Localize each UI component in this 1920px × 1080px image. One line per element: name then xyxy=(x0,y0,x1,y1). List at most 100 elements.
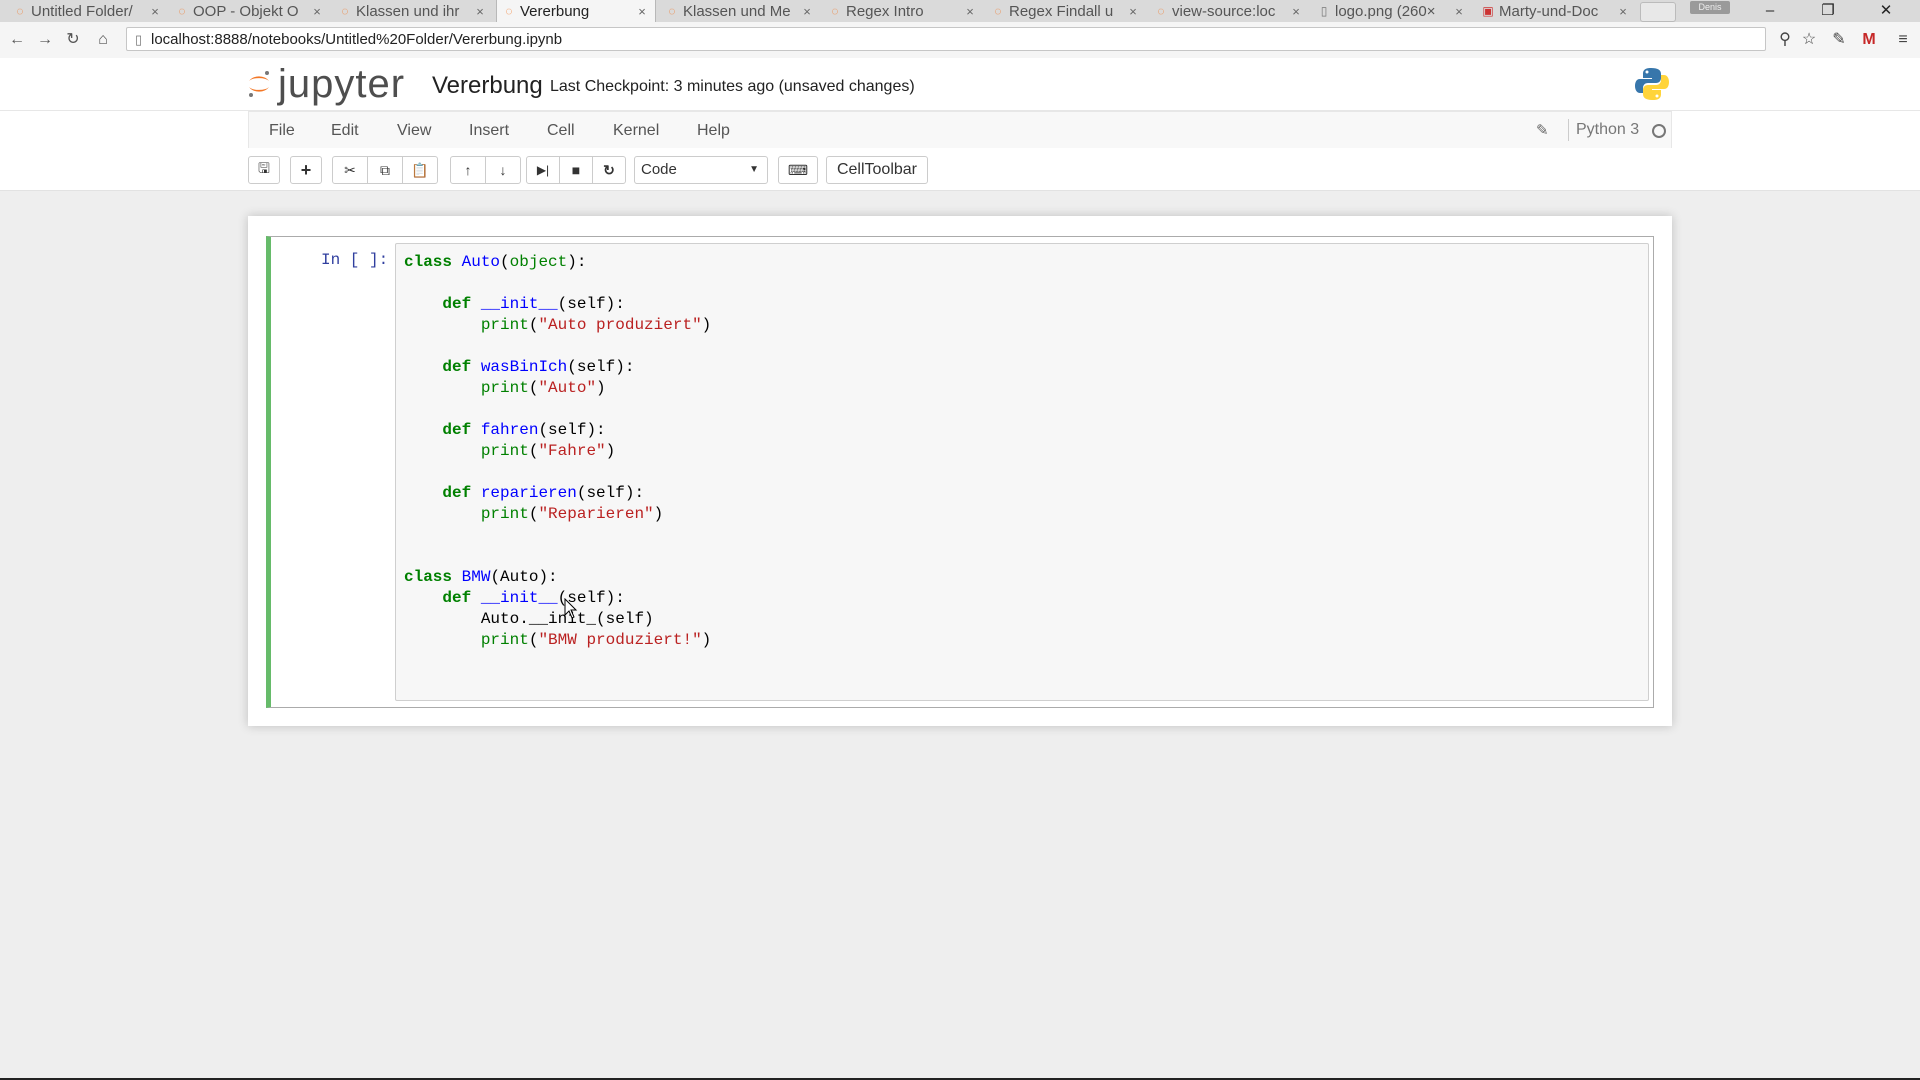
copy-icon: ⧉ xyxy=(380,161,390,178)
menubar: File Edit View Insert Cell Kernel Help ✎… xyxy=(0,110,1920,149)
jupyter-wordmark: jupyter xyxy=(278,62,406,106)
reload-icon[interactable]: ↻ xyxy=(62,29,84,51)
browser-tab[interactable]: ◌ view-source:loc × xyxy=(1149,0,1309,22)
tab-label: view-source:loc xyxy=(1172,2,1276,20)
cut-button[interactable]: ✂ xyxy=(332,156,368,184)
code-editor[interactable]: class Auto(object): def __init__(self): … xyxy=(395,243,1649,701)
new-tab-button[interactable] xyxy=(1640,2,1676,22)
close-icon[interactable]: × xyxy=(148,4,162,19)
gmail-icon[interactable]: M xyxy=(1858,29,1880,51)
close-icon[interactable]: × xyxy=(1126,4,1140,19)
keyboard-icon: ⌨ xyxy=(787,161,809,178)
forward-arrow-icon[interactable]: → xyxy=(34,29,56,51)
close-icon[interactable]: × xyxy=(1289,4,1303,19)
browser-tab[interactable]: ▯ logo.png (260× × xyxy=(1312,0,1472,22)
move-up-button[interactable]: ↑ xyxy=(450,156,486,184)
stop-icon: ■ xyxy=(571,162,581,178)
back-arrow-icon[interactable]: ← xyxy=(6,29,28,51)
star-icon[interactable]: ☆ xyxy=(1798,29,1820,51)
jupyter-logo[interactable]: jupyter xyxy=(246,64,405,104)
browser-tab[interactable]: ◌ Klassen und ihr × xyxy=(333,0,493,22)
browser-tab-active[interactable]: ◌ Vererbung × xyxy=(496,0,656,22)
close-icon[interactable]: × xyxy=(473,4,487,19)
command-palette-button[interactable]: ⌨ xyxy=(778,156,818,184)
browser-tab-strip: ◌ Untitled Folder/ × ◌ OOP - Objekt O × … xyxy=(0,0,1920,23)
menu-cell[interactable]: Cell xyxy=(547,122,575,140)
jupyter-icon: ◌ xyxy=(994,4,1002,18)
celltoolbar-button[interactable]: CellToolbar xyxy=(826,156,928,184)
paste-icon: 📋 xyxy=(411,161,429,178)
kernel-name: Python 3 xyxy=(1576,121,1640,138)
arrow-down-icon: ↓ xyxy=(499,162,507,178)
url-text: localhost:8888/notebooks/Untitled%20Fold… xyxy=(151,31,563,48)
window-close-icon[interactable]: ✕ xyxy=(1862,0,1910,22)
browser-tab[interactable]: ◌ Untitled Folder/ × xyxy=(8,0,168,22)
restore-icon[interactable]: ❐ xyxy=(1804,0,1852,22)
mouse-cursor-icon xyxy=(564,597,578,620)
notebook-toolbar: 🖫 + ✂ ⧉ 📋 ↑ ↓ ▶| ■ ↻ Code ▼ ⌨ CellToolba… xyxy=(0,148,1920,191)
close-icon[interactable]: × xyxy=(800,4,814,19)
url-input[interactable]: ▯ localhost:8888/notebooks/Untitled%20Fo… xyxy=(126,27,1766,51)
copy-button[interactable]: ⧉ xyxy=(367,156,403,184)
tab-label: OOP - Objekt O xyxy=(193,2,299,20)
menu-view[interactable]: View xyxy=(397,122,431,140)
menu-help[interactable]: Help xyxy=(697,122,730,140)
jupyter-icon: ◌ xyxy=(505,4,513,18)
interrupt-button[interactable]: ■ xyxy=(559,156,593,184)
cell-type-value: Code xyxy=(641,161,677,178)
browser-tab[interactable]: ◌ Klassen und Me × xyxy=(660,0,820,22)
close-icon[interactable]: × xyxy=(1452,4,1466,19)
insert-cell-button[interactable]: + xyxy=(290,156,322,184)
menu-file[interactable]: File xyxy=(269,122,295,140)
restart-button[interactable]: ↻ xyxy=(592,156,626,184)
menu-kernel[interactable]: Kernel xyxy=(613,122,659,140)
menu-edit[interactable]: Edit xyxy=(331,122,359,140)
tab-label: Regex Findall u xyxy=(1009,2,1114,20)
address-bar: ← → ↻ ⌂ ▯ localhost:8888/notebooks/Untit… xyxy=(0,22,1920,59)
tab-label: Klassen und ihr xyxy=(356,2,460,20)
python-logo-icon xyxy=(1634,66,1670,102)
cell-type-select[interactable]: Code ▼ xyxy=(634,156,768,184)
browser-tab[interactable]: ◌ Regex Intro × xyxy=(823,0,983,22)
move-down-button[interactable]: ↓ xyxy=(485,156,521,184)
jupyter-icon: ◌ xyxy=(178,4,186,18)
extension-icon[interactable]: ✎ xyxy=(1828,29,1850,51)
scissors-icon: ✂ xyxy=(344,161,356,178)
profile-badge[interactable]: Denis xyxy=(1690,1,1730,14)
browser-tab[interactable]: ◌ Regex Findall u × xyxy=(986,0,1146,22)
run-button[interactable]: ▶| xyxy=(526,156,560,184)
jupyter-icon: ◌ xyxy=(668,4,676,18)
menu-insert[interactable]: Insert xyxy=(469,122,509,140)
jupyter-header: jupyter Vererbung Last Checkpoint: 3 min… xyxy=(0,58,1920,110)
browser-tab[interactable]: ◌ OOP - Objekt O × xyxy=(170,0,330,22)
notebook-name[interactable]: Vererbung xyxy=(432,72,543,100)
caret-down-icon: ▼ xyxy=(749,164,759,175)
jupyter-icon: ◌ xyxy=(16,4,24,18)
close-icon[interactable]: × xyxy=(1616,4,1630,19)
tab-label: Klassen und Me xyxy=(683,2,791,20)
close-icon[interactable]: × xyxy=(963,4,977,19)
save-icon: 🖫 xyxy=(258,160,270,176)
pencil-icon[interactable]: ✎ xyxy=(1536,121,1549,139)
input-prompt: In [ ]: xyxy=(321,251,389,269)
save-button[interactable]: 🖫 xyxy=(248,156,280,184)
browser-tab[interactable]: ▣ Marty-und-Doc × xyxy=(1476,0,1636,22)
jupyter-logo-icon xyxy=(246,69,272,99)
close-icon[interactable]: × xyxy=(310,4,324,19)
refresh-icon: ↻ xyxy=(603,161,615,178)
file-icon: ▯ xyxy=(1320,4,1328,18)
close-icon[interactable]: × xyxy=(635,4,649,19)
cell-source[interactable]: class Auto(object): def __init__(self): … xyxy=(404,252,711,651)
plus-icon: + xyxy=(300,159,312,180)
code-cell[interactable]: In [ ]: class Auto(object): def __init__… xyxy=(266,236,1654,708)
zoom-icon[interactable]: ⚲ xyxy=(1774,29,1796,51)
minimize-icon[interactable]: – xyxy=(1746,0,1794,22)
home-icon[interactable]: ⌂ xyxy=(92,29,114,51)
menu-icon[interactable]: ≡ xyxy=(1892,29,1914,51)
notebook-container: In [ ]: class Auto(object): def __init__… xyxy=(248,216,1672,726)
checkpoint-status: Last Checkpoint: 3 minutes ago (unsaved … xyxy=(550,78,915,95)
tab-label: Marty-und-Doc xyxy=(1499,2,1599,20)
tab-label: Untitled Folder/ xyxy=(31,2,133,20)
step-forward-icon: ▶| xyxy=(536,163,550,177)
paste-button[interactable]: 📋 xyxy=(402,156,438,184)
